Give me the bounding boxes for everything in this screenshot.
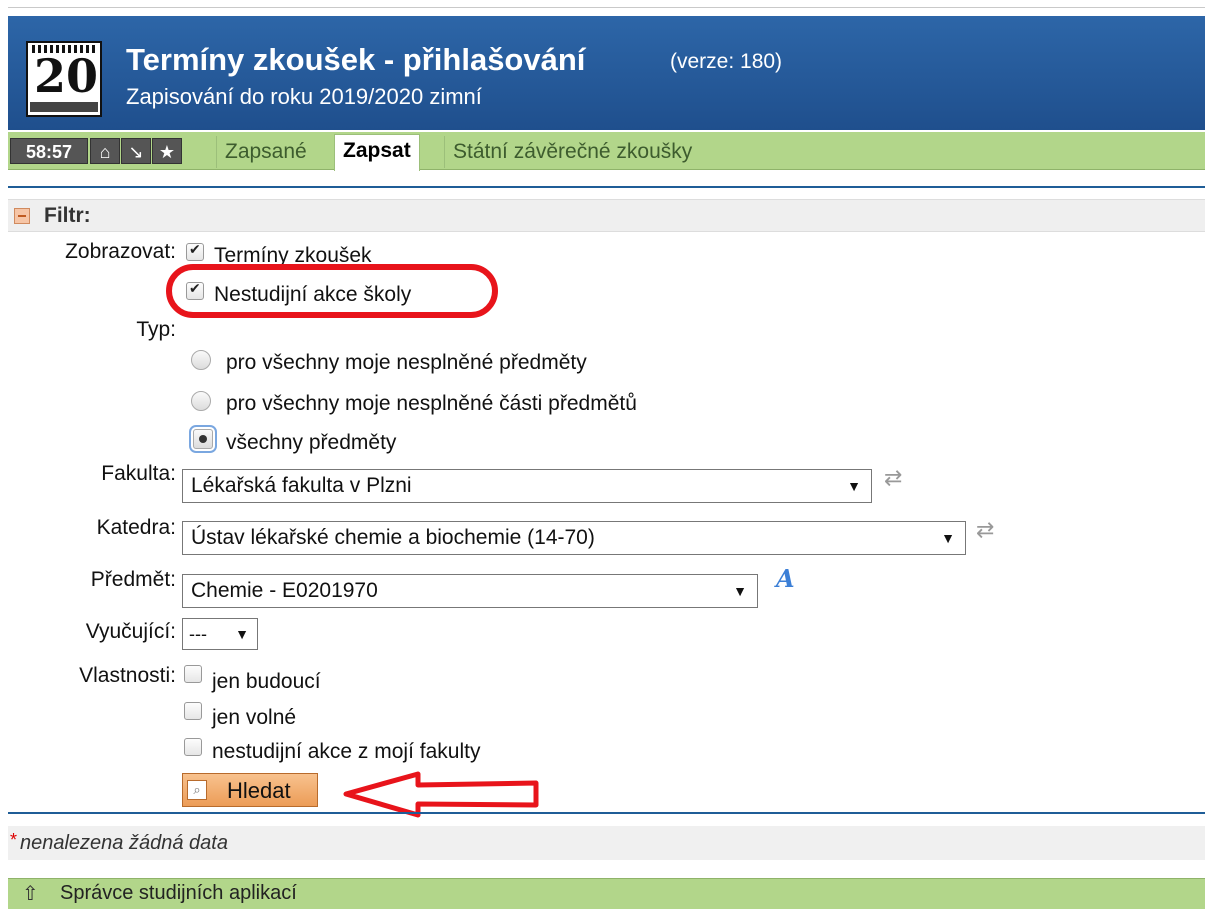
tab-zapsane[interactable]: Zapsané [216, 136, 315, 168]
vyucujici-select-value: --- [189, 624, 207, 644]
arrow-down-right-icon[interactable]: ↘ [121, 138, 151, 164]
fakulta-select[interactable]: Lékařská fakulta v Plzni ▼ [182, 469, 872, 503]
checkbox-jen-budouci-label: jen budoucí [212, 670, 321, 693]
tab-statni-zaverecne-zkousky[interactable]: Státní závěrečné zkoušky [444, 136, 700, 168]
required-marker: * [10, 830, 18, 850]
magnifier-icon: ⌕ [187, 780, 207, 800]
radio-nesplnene-casti-predmetu-label: pro všechny moje nesplněné části předmět… [226, 392, 637, 415]
page-subtitle: Zapisování do roku 2019/2020 zimní [126, 84, 482, 109]
predmet-select[interactable]: Chemie - E0201970 ▼ [182, 574, 758, 608]
subject-search-icon[interactable]: A [776, 564, 795, 593]
page-title: Termíny zkoušek - přihlašování [126, 42, 586, 77]
radio-vsechny-predmety-label: všechny předměty [226, 431, 397, 454]
zobrazovat-label: Zobrazovat: [65, 240, 176, 263]
checkbox-nestudijni-akce-fakulty-label: nestudijní akce z mojí fakulty [212, 740, 481, 763]
home-icon[interactable]: ⌂ [90, 138, 120, 164]
chevron-down-icon: ▼ [733, 583, 747, 599]
logo-bar [30, 102, 98, 112]
radio-nesplnene-predmety-label: pro všechny moje nesplněné předměty [226, 351, 587, 374]
checkbox-terminy-zkousek[interactable] [186, 241, 204, 261]
predmet-select-value: Chemie - E0201970 [191, 579, 378, 602]
predmet-label: Předmět: [90, 568, 176, 591]
katedra-label: Katedra: [96, 516, 176, 539]
checkbox-jen-volne[interactable] [184, 702, 202, 720]
section-divider [8, 812, 1205, 814]
vlastnosti-label: Vlastnosti: [79, 664, 176, 687]
tab-bar: 58:57 ⌂ ↘ ★ Zapsané Zapsat Státní závěre… [8, 132, 1205, 171]
footer-bar[interactable]: ⇧ Správce studijních aplikací [8, 878, 1205, 909]
katedra-select-value: Ústav lékařské chemie a biochemie (14-70… [191, 526, 595, 549]
star-icon[interactable]: ★ [152, 138, 182, 164]
version-label: (verze: 180) [670, 50, 783, 73]
collapse-icon[interactable] [14, 208, 30, 224]
tab-zapsat[interactable]: Zapsat [334, 134, 420, 171]
checkbox-nestudijni-akce-fakulty[interactable] [184, 738, 202, 756]
fakulta-select-value: Lékařská fakulta v Plzni [191, 474, 412, 497]
radio-nesplnene-casti-predmetu[interactable] [191, 391, 211, 411]
vyucujici-label: Vyučující: [85, 620, 176, 643]
filter-title: Filtr: [44, 204, 91, 227]
katedra-select[interactable]: Ústav lékařské chemie a biochemie (14-70… [182, 521, 966, 555]
arrow-up-icon[interactable]: ⇧ [22, 881, 39, 906]
chevron-down-icon: ▼ [941, 530, 955, 546]
red-ellipse-annotation [166, 264, 498, 318]
checkbox-jen-budouci[interactable] [184, 665, 202, 683]
swap-arrows-icon[interactable]: ⇄ [884, 465, 902, 491]
footer-link-spravce[interactable]: Správce studijních aplikací [60, 882, 297, 905]
checkbox-jen-volne-label: jen volné [212, 706, 297, 729]
radio-vsechny-predmety[interactable] [189, 425, 217, 453]
filter-header[interactable]: Filtr: [8, 199, 1205, 232]
vyucujici-select[interactable]: --- ▼ [182, 618, 258, 650]
section-divider [8, 186, 1205, 188]
radio-nesplnene-predmety[interactable] [191, 350, 211, 370]
no-data-message: nenalezena žádná data [20, 832, 228, 854]
session-timer: 58:57 [10, 138, 88, 164]
typ-label: Typ: [136, 318, 176, 341]
calendar-logo-icon: 20 [26, 41, 102, 117]
search-button-label: Hledat [227, 778, 291, 803]
chevron-down-icon: ▼ [235, 626, 249, 642]
fakulta-label: Fakulta: [101, 462, 176, 485]
app-header: 20 Termíny zkoušek - přihlašování (verze… [8, 16, 1205, 130]
chevron-down-icon: ▼ [847, 478, 861, 494]
top-divider [8, 7, 1205, 8]
results-message-bar: * nenalezena žádná data [8, 826, 1205, 860]
logo-number: 20 [34, 49, 99, 103]
swap-arrows-icon[interactable]: ⇄ [976, 517, 994, 543]
search-button[interactable]: ⌕ Hledat [182, 773, 318, 807]
